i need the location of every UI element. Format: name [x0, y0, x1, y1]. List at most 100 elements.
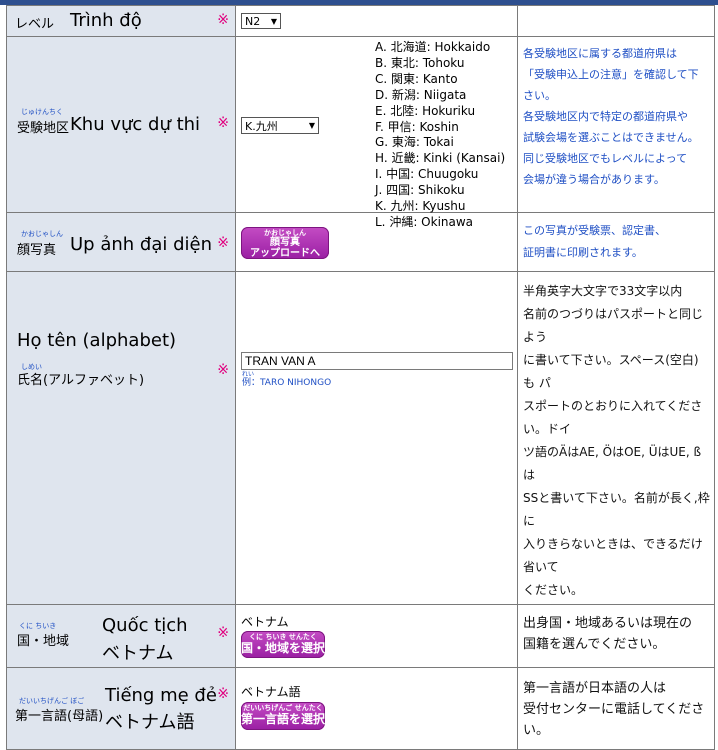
nationality-note-line: 国籍を選んでください。	[523, 637, 666, 652]
level-label-vn: Trình độ	[70, 10, 142, 31]
region-item: G. 東海: Tokai	[375, 135, 454, 150]
region-note-line: 各受験地区に属する都道府県は	[523, 47, 677, 60]
name-row: Họ tên (alphabet) しめい 氏名(アルファベット) ※ れい 例…	[6, 271, 715, 605]
region-select-value: K.九州	[245, 119, 278, 133]
name-note-line: ツ語のÄはAE, ÖはOE, ÜはUE, ßは	[523, 445, 702, 482]
nationality-label-vn: Quốc tịch	[102, 615, 188, 636]
language-label-vn-2: ベトナム語	[105, 712, 195, 733]
language-note-line: 第一言語が日本語の人は	[523, 681, 667, 696]
region-field-cell: K.九州 ▼ A. 北海道: Hokkaido B. 東北: Tohoku C.…	[235, 36, 518, 229]
name-label-vn: Họ tên (alphabet)	[17, 330, 177, 351]
name-note-line: SSと書いて下さい。名前が長く,枠に	[523, 491, 710, 528]
name-note-line: に書いて下さい。スペース(空白)も パ	[523, 353, 699, 390]
region-item: J. 四国: Shikoku	[375, 183, 465, 198]
nationality-label-cell: くに ちいき 国・地域 Quốc tịch ベトナム ※	[6, 604, 236, 668]
select-language-button-label: 第一言語を選択	[241, 712, 326, 726]
region-label-cell: じゅけんちく 受験地区 Khu vực dự thi ※	[6, 36, 236, 213]
nationality-field-cell: ベトナム くに ちいき せんたく 国・地域を選択	[235, 604, 518, 668]
photo-note-line: 証明書に印刷されます。	[523, 246, 643, 259]
photo-row: かおじゃしん 顔写真 Up ảnh đại diện ※ かおじゃしん 顔写真 …	[6, 212, 715, 272]
photo-field-cell: かおじゃしん 顔写真 アップロードへ	[235, 212, 518, 272]
name-field-cell: れい 例：TARO NIHONGO	[235, 271, 518, 605]
select-nationality-button-label: 国・地域を選択	[241, 641, 326, 655]
required-mark: ※	[217, 12, 229, 28]
region-item: I. 中国: Chuugoku	[375, 167, 479, 182]
region-list: A. 北海道: Hokkaido B. 東北: Tohoku C. 関東: Ka…	[375, 40, 505, 231]
region-note-line: さい。	[523, 89, 556, 102]
name-note-line: ください。	[523, 583, 584, 597]
region-item: E. 北陸: Hokuriku	[375, 103, 476, 118]
upload-photo-button-ruby: かおじゃしん	[264, 229, 306, 237]
name-example: れい 例：TARO NIHONGO	[242, 372, 332, 389]
required-mark: ※	[217, 115, 229, 131]
level-select[interactable]: N2 ▼	[241, 13, 281, 29]
nationality-note-line: 出身国・地域あるいは現在の	[523, 616, 693, 631]
name-note-line: 半角英字大文字で33文字以内	[523, 284, 683, 298]
region-select[interactable]: K.九州 ▼	[241, 117, 319, 134]
name-label-jp: 氏名(アルファベット)	[17, 373, 145, 388]
language-note-cell: 第一言語が日本語の人は 受付センターに電話してくださ い。	[517, 667, 715, 750]
region-label-jp: 受験地区	[17, 121, 70, 136]
required-mark: ※	[217, 362, 229, 378]
select-language-button[interactable]: だいいちげんご せんたく 第一言語を選択	[241, 702, 325, 730]
upload-photo-button-line2: アップロードへ	[250, 248, 320, 259]
photo-label-ruby: かおじゃしん	[21, 230, 63, 238]
name-input[interactable]	[241, 352, 513, 370]
nationality-label-vn-2: ベトナム	[102, 643, 174, 664]
language-note-line: 受付センターに電話してくださ	[523, 702, 705, 717]
level-note-cell	[517, 5, 715, 37]
language-field-cell: ベトナム語 だいいちげんご せんたく 第一言語を選択	[235, 667, 518, 750]
level-label-jp: レベル	[15, 17, 55, 32]
language-note-line: い。	[523, 723, 550, 738]
language-label-cell: だいいちげんご ぼご 第一言語(母語) Tiếng mẹ đẻ ベトナム語 ※	[6, 667, 236, 750]
required-mark: ※	[217, 686, 229, 702]
nationality-value: ベトナム	[241, 615, 289, 629]
region-item: H. 近畿: Kinki (Kansai)	[375, 151, 506, 166]
select-language-button-ruby: だいいちげんご せんたく	[243, 704, 323, 712]
region-label-ruby: じゅけんちく	[21, 108, 63, 116]
required-mark: ※	[217, 235, 229, 251]
select-nationality-button[interactable]: くに ちいき せんたく 国・地域を選択	[241, 631, 325, 658]
region-note-line: 各受験地区内で特定の都道府県や	[523, 110, 688, 123]
name-label-cell: Họ tên (alphabet) しめい 氏名(アルファベット) ※	[6, 271, 236, 605]
region-item: B. 東北: Tohoku	[375, 55, 465, 70]
chevron-down-icon: ▼	[270, 16, 277, 26]
region-note-line: 同じ受験地区でもレベルによって	[523, 152, 688, 165]
region-item: A. 北海道: Hokkaido	[375, 40, 491, 54]
level-row: レベル Trình độ ※ N2 ▼	[6, 5, 715, 37]
level-field-cell: N2 ▼	[235, 5, 518, 37]
region-note-line: 会場が違う場合があります。	[523, 173, 665, 186]
select-nationality-button-ruby: くに ちいき せんたく	[249, 633, 317, 641]
language-value: ベトナム語	[241, 685, 301, 699]
required-mark: ※	[217, 625, 229, 641]
name-example-text: 例：TARO NIHONGO	[242, 378, 332, 388]
upload-photo-button[interactable]: かおじゃしん 顔写真 アップロードへ	[241, 227, 329, 259]
region-label-vn: Khu vực dự thi	[70, 114, 201, 135]
photo-label-jp: 顔写真	[17, 243, 57, 258]
photo-note-cell: この写真が受験票、認定書、 証明書に印刷されます。	[517, 212, 715, 272]
photo-note-line: この写真が受験票、認定書、	[523, 224, 666, 237]
upload-photo-button-line1: 顔写真	[270, 237, 300, 248]
region-item: D. 新潟: Niigata	[375, 87, 467, 102]
level-label-cell: レベル Trình độ ※	[6, 5, 236, 37]
photo-label-vn: Up ảnh đại diện	[70, 234, 212, 255]
language-label-vn: Tiếng mẹ đẻ	[105, 685, 217, 706]
photo-label-cell: かおじゃしん 顔写真 Up ảnh đại diện ※	[6, 212, 236, 272]
nationality-row: くに ちいき 国・地域 Quốc tịch ベトナム ※ ベトナム くに ちいき…	[6, 604, 715, 668]
language-label-jp: 第一言語(母語)	[15, 709, 104, 724]
name-note-cell: 半角英字大文字で33文字以内 名前のつづりはパスポートと同じよう に書いて下さい…	[517, 271, 715, 605]
chevron-down-icon: ▼	[308, 121, 315, 130]
registration-form: レベル Trình độ ※ N2 ▼ じゅけんちく 受験地区 Khu vực …	[6, 5, 715, 750]
nationality-label-jp: 国・地域	[17, 634, 70, 649]
level-select-value: N2	[245, 14, 261, 28]
region-note-line: 「受験申込上の注意」を確認して下	[523, 68, 699, 81]
name-note-line: スポートのとおりに入れてください。ドイ	[523, 399, 703, 436]
region-item: C. 関東: Kanto	[375, 71, 458, 86]
region-item: F. 甲信: Koshin	[375, 119, 459, 134]
name-note-line: 名前のつづりはパスポートと同じよう	[523, 307, 704, 344]
region-note-line: 試験会場を選ぶことはできません。	[523, 131, 699, 144]
region-note-cell: 各受験地区に属する都道府県は 「受験申込上の注意」を確認して下 さい。 各受験地…	[517, 36, 715, 213]
language-row: だいいちげんご ぼご 第一言語(母語) Tiếng mẹ đẻ ベトナム語 ※ …	[6, 667, 715, 750]
nationality-note-cell: 出身国・地域あるいは現在の 国籍を選んでください。	[517, 604, 715, 668]
region-row: じゅけんちく 受験地区 Khu vực dự thi ※ K.九州 ▼ A. 北…	[6, 36, 715, 229]
